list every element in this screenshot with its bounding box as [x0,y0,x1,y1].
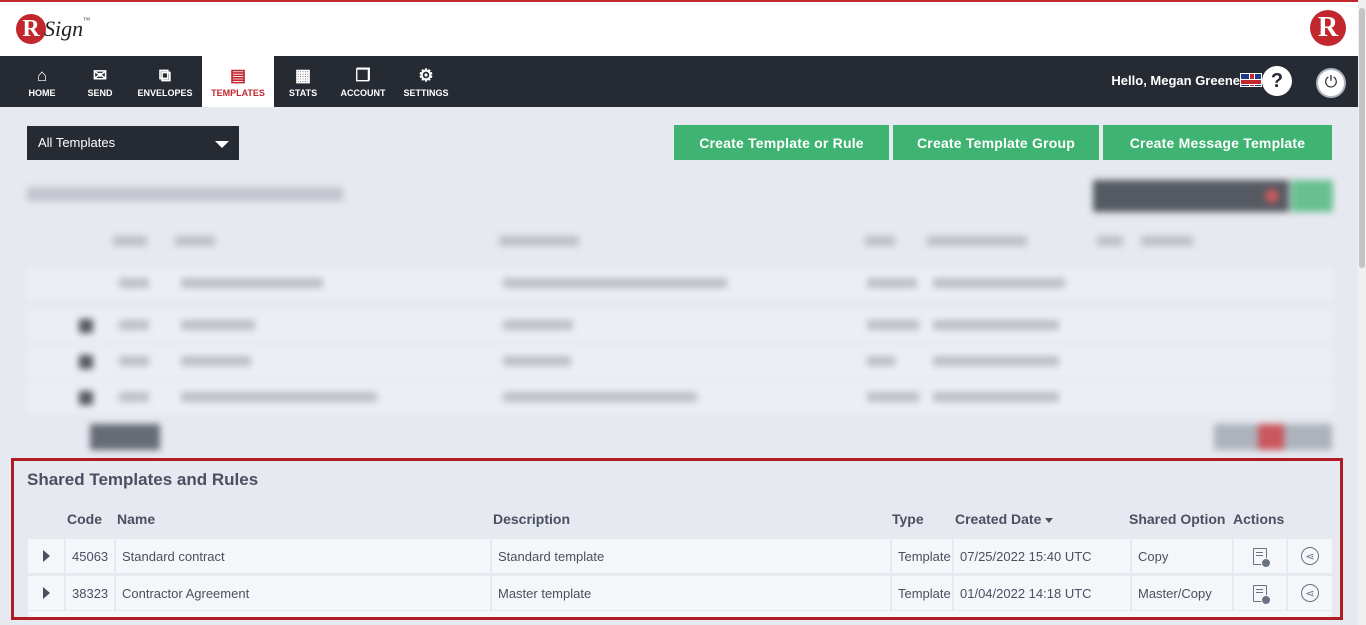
row-code: 45063 [66,539,116,573]
row-created-date: 07/25/2022 15:40 UTC [954,539,1132,573]
inbox-icon: ⧉ [158,65,172,85]
caret-down-icon [215,141,229,148]
create-message-template-button[interactable]: Create Message Template [1103,125,1332,160]
row-created-date: 01/04/2022 14:18 UTC [954,576,1132,610]
row-name: Contractor Agreement [116,576,492,610]
column-header-code[interactable]: Code [67,511,102,527]
nav-account[interactable]: ❐ ACCOUNT [336,56,390,107]
blurred-search-go [1291,180,1333,212]
user-greeting: Hello, Megan Greene [1111,73,1240,88]
blurred-search [1093,180,1289,212]
scrollbar-thumb[interactable] [1359,8,1365,268]
nav-account-label: ACCOUNT [340,87,386,98]
home-icon: ⌂ [36,65,48,85]
blurred-header [27,230,1333,252]
rsign-logo[interactable]: R Sign™ [16,9,90,49]
blurred-row [27,268,1333,300]
shared-templates-section: Shared Templates and Rules Code Name Des… [11,458,1343,620]
blurred-row [27,346,1333,378]
row-type: Template [892,539,954,573]
expand-row-button[interactable] [28,576,66,610]
column-header-actions: Actions [1233,511,1285,527]
uk-flag-icon[interactable] [1240,73,1262,87]
nav-envelopes-label: ENVELOPES [137,87,193,98]
templates-icon: ▤ [229,65,247,85]
share-button[interactable]: ⋖ [1288,539,1332,573]
column-header-created-date[interactable]: Created Date [955,511,1054,527]
expand-row-button[interactable] [28,539,66,573]
sort-desc-icon [1045,517,1054,523]
use-template-button[interactable] [1234,539,1288,573]
nav-send-label: SEND [87,87,113,98]
table-row: 45063 Standard contract Standard templat… [28,539,1332,573]
document-settings-icon [1253,584,1271,605]
row-description: Master template [492,576,892,610]
help-button[interactable]: ? [1262,66,1292,96]
caret-right-icon [42,550,50,562]
briefcase-icon: ▦ [294,65,312,85]
company-logo-icon: R [1310,10,1346,46]
row-code: 38323 [66,576,116,610]
logout-button[interactable]: ⏻ [1316,68,1346,98]
table-row-partial [28,611,1332,617]
table-row: 38323 Contractor Agreement Master templa… [28,576,1332,610]
share-icon: ⋖ [1301,584,1319,602]
nav-settings-label: SETTINGS [403,87,449,98]
blurred-row [27,382,1333,414]
column-header-description[interactable]: Description [493,511,570,527]
envelope-icon: ✉ [92,65,108,85]
row-shared-option: Master/Copy [1132,576,1234,610]
nav-templates-label: TEMPLATES [211,87,265,98]
caret-right-icon [42,587,50,599]
logo-wordmark: Sign™ [44,16,90,41]
column-header-name[interactable]: Name [117,511,155,527]
main-nav: ⌂ HOME ✉ SEND ⧉ ENVELOPES ▤ TEMPLATES ▦ … [0,56,1358,107]
row-shared-option: Copy [1132,539,1234,573]
document-settings-icon [1253,547,1271,568]
blurred-pagination [1214,424,1332,450]
share-icon: ⋖ [1301,547,1319,565]
nav-templates[interactable]: ▤ TEMPLATES [202,56,274,107]
column-header-shared-option[interactable]: Shared Option [1129,511,1225,527]
nav-stats-label: STATS [288,87,318,98]
nav-envelopes[interactable]: ⧉ ENVELOPES [132,56,198,107]
nav-home-label: HOME [28,87,56,98]
personal-templates-section-blurred [0,170,1358,456]
use-template-button[interactable] [1234,576,1288,610]
page-scrollbar[interactable] [1358,0,1366,625]
blurred-title [27,187,343,201]
nav-home[interactable]: ⌂ HOME [18,56,66,107]
row-description: Standard template [492,539,892,573]
blurred-pager [90,424,160,450]
template-filter-value: All Templates [38,135,116,150]
top-header: R Sign™ R [0,0,1358,56]
nav-send[interactable]: ✉ SEND [76,56,124,107]
section-title: Shared Templates and Rules [27,470,259,489]
column-header-type[interactable]: Type [892,511,924,527]
create-template-button[interactable]: Create Template or Rule [674,125,889,160]
share-button[interactable]: ⋖ [1288,576,1332,610]
nav-stats[interactable]: ▦ STATS [280,56,326,107]
blurred-row [27,310,1333,342]
row-name: Standard contract [116,539,492,573]
nav-settings[interactable]: ⚙ SETTINGS [400,56,452,107]
create-template-group-button[interactable]: Create Template Group [893,125,1099,160]
account-icon: ❐ [355,65,371,85]
template-filter-select[interactable]: All Templates [27,126,239,160]
row-type: Template [892,576,954,610]
logo-r-icon: R [16,14,46,44]
gear-icon: ⚙ [418,65,434,85]
